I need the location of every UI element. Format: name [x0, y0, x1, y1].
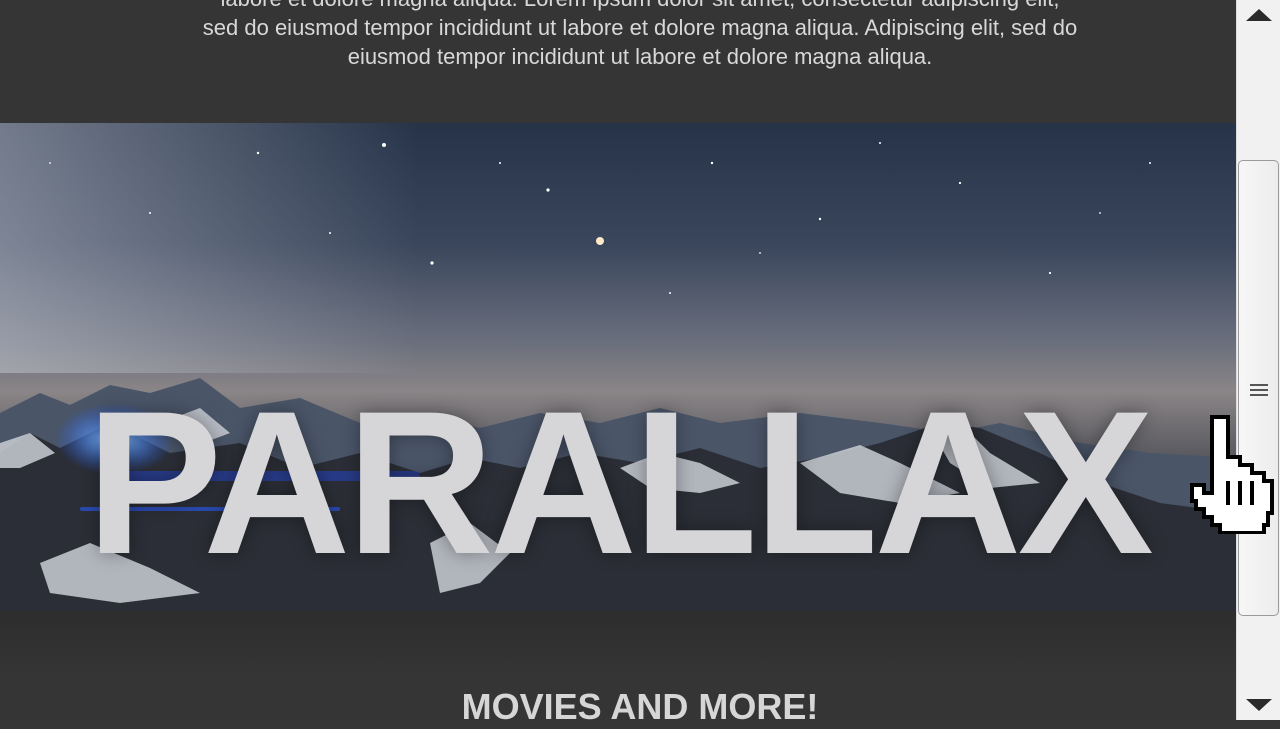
hero-title: PARALLAX [86, 369, 1154, 597]
scroll-down-button[interactable] [1237, 690, 1280, 720]
parallax-hero-image: PARALLAX [0, 123, 1236, 611]
scroll-thumb[interactable] [1238, 160, 1279, 616]
page-viewport: labore et dolore magna aliqua. Lorem ips… [0, 0, 1236, 720]
scroll-up-button[interactable] [1237, 0, 1280, 30]
triangle-down-icon [1246, 699, 1272, 711]
triangle-up-icon [1246, 9, 1272, 21]
intro-paragraph: labore et dolore magna aliqua. Lorem ips… [0, 0, 1236, 71]
grip-lines-icon [1250, 384, 1268, 396]
intro-line: eiusmod tempor incididunt ut labore et d… [347, 44, 933, 69]
vertical-scrollbar[interactable] [1236, 0, 1280, 720]
intro-line: labore et dolore magna aliqua. Lorem ips… [0, 0, 1236, 13]
hand-pointer-cursor-icon [1190, 415, 1274, 534]
sky-haze [0, 123, 420, 373]
section-heading: MOVIES AND MORE! [461, 686, 819, 727]
intro-line: sed do eiusmod tempor incididunt ut labo… [202, 15, 1078, 40]
